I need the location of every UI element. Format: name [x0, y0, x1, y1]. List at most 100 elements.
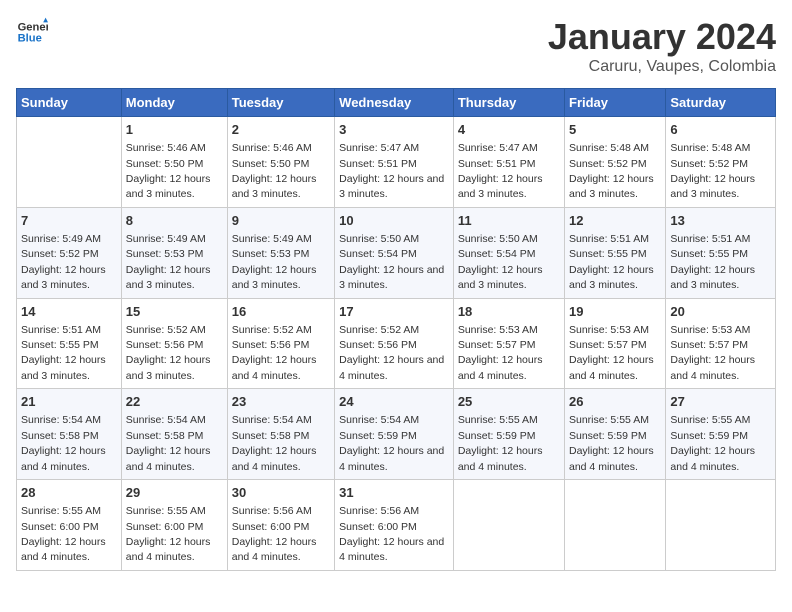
day-number: 26: [569, 393, 661, 411]
calendar-cell: 6 Sunrise: 5:48 AMSunset: 5:52 PMDaylight…: [666, 117, 776, 208]
day-info: Sunrise: 5:54 AMSunset: 5:58 PMDaylight:…: [126, 414, 211, 472]
calendar-week-row: 21 Sunrise: 5:54 AMSunset: 5:58 PMDayligh…: [17, 389, 776, 480]
weekday-header-monday: Monday: [121, 89, 227, 117]
calendar-cell: [17, 117, 122, 208]
day-number: 19: [569, 303, 661, 321]
day-info: Sunrise: 5:51 AMSunset: 5:55 PMDaylight:…: [670, 233, 755, 291]
calendar-cell: 22 Sunrise: 5:54 AMSunset: 5:58 PMDayligh…: [121, 389, 227, 480]
day-info: Sunrise: 5:55 AMSunset: 6:00 PMDaylight:…: [21, 505, 106, 563]
calendar-cell: 29Sunrise: 5:55 AMSunset: 6:00 PMDayligh…: [121, 480, 227, 571]
calendar-cell: 28 Sunrise: 5:55 AMSunset: 6:00 PMDayligh…: [17, 480, 122, 571]
calendar-header-row: SundayMondayTuesdayWednesdayThursdayFrid…: [17, 89, 776, 117]
calendar-cell: 25 Sunrise: 5:55 AMSunset: 5:59 PMDayligh…: [453, 389, 564, 480]
day-number: 16: [232, 303, 330, 321]
page-header: General Blue January 2024 Caruru, Vaupes…: [16, 16, 776, 76]
calendar-cell: 9Sunrise: 5:49 AMSunset: 5:53 PMDaylight…: [227, 207, 334, 298]
weekday-header-wednesday: Wednesday: [335, 89, 454, 117]
day-info: Sunrise: 5:49 AMSunset: 5:53 PMDaylight:…: [126, 233, 211, 291]
calendar-cell: 4 Sunrise: 5:47 AMSunset: 5:51 PMDaylight…: [453, 117, 564, 208]
day-number: 14: [21, 303, 117, 321]
weekday-header-tuesday: Tuesday: [227, 89, 334, 117]
day-number: 8: [126, 212, 223, 230]
calendar-week-row: 14Sunrise: 5:51 AMSunset: 5:55 PMDayligh…: [17, 298, 776, 389]
day-number: 1: [126, 121, 223, 139]
day-info: Sunrise: 5:49 AMSunset: 5:52 PMDaylight:…: [21, 233, 106, 291]
page-title: January 2024: [548, 16, 776, 58]
day-number: 4: [458, 121, 560, 139]
calendar-cell: 10 Sunrise: 5:50 AMSunset: 5:54 PMDayligh…: [335, 207, 454, 298]
calendar-cell: 23Sunrise: 5:54 AMSunset: 5:58 PMDayligh…: [227, 389, 334, 480]
day-info: Sunrise: 5:54 AMSunset: 5:59 PMDaylight:…: [339, 414, 444, 472]
day-number: 29: [126, 484, 223, 502]
day-number: 12: [569, 212, 661, 230]
day-info: Sunrise: 5:56 AMSunset: 6:00 PMDaylight:…: [339, 505, 444, 563]
svg-text:General: General: [18, 21, 48, 33]
calendar-cell: 1Sunrise: 5:46 AMSunset: 5:50 PMDaylight…: [121, 117, 227, 208]
day-info: Sunrise: 5:47 AMSunset: 5:51 PMDaylight:…: [458, 142, 543, 200]
calendar-cell: 2Sunrise: 5:46 AMSunset: 5:50 PMDaylight…: [227, 117, 334, 208]
weekday-header-thursday: Thursday: [453, 89, 564, 117]
calendar-cell: 20 Sunrise: 5:53 AMSunset: 5:57 PMDayligh…: [666, 298, 776, 389]
calendar-cell: 8 Sunrise: 5:49 AMSunset: 5:53 PMDaylight…: [121, 207, 227, 298]
day-info: Sunrise: 5:53 AMSunset: 5:57 PMDaylight:…: [670, 324, 755, 382]
day-number: 20: [670, 303, 771, 321]
calendar-cell: 31 Sunrise: 5:56 AMSunset: 6:00 PMDayligh…: [335, 480, 454, 571]
day-info: Sunrise: 5:52 AMSunset: 5:56 PMDaylight:…: [126, 324, 211, 382]
day-info: Sunrise: 5:49 AMSunset: 5:53 PMDaylight:…: [232, 233, 317, 291]
day-number: 10: [339, 212, 449, 230]
calendar-week-row: 7Sunrise: 5:49 AMSunset: 5:52 PMDaylight…: [17, 207, 776, 298]
calendar-cell: 18Sunrise: 5:53 AMSunset: 5:57 PMDayligh…: [453, 298, 564, 389]
svg-text:Blue: Blue: [18, 33, 42, 45]
calendar-cell: 27 Sunrise: 5:55 AMSunset: 5:59 PMDayligh…: [666, 389, 776, 480]
day-info: Sunrise: 5:48 AMSunset: 5:52 PMDaylight:…: [569, 142, 654, 200]
day-info: Sunrise: 5:55 AMSunset: 5:59 PMDaylight:…: [670, 414, 755, 472]
title-section: January 2024 Caruru, Vaupes, Colombia: [548, 16, 776, 76]
weekday-header-saturday: Saturday: [666, 89, 776, 117]
calendar-cell: [453, 480, 564, 571]
day-info: Sunrise: 5:48 AMSunset: 5:52 PMDaylight:…: [670, 142, 755, 200]
logo-icon: General Blue: [16, 16, 48, 48]
calendar-cell: 3Sunrise: 5:47 AMSunset: 5:51 PMDaylight…: [335, 117, 454, 208]
day-number: 30: [232, 484, 330, 502]
calendar-cell: 19Sunrise: 5:53 AMSunset: 5:57 PMDayligh…: [565, 298, 666, 389]
weekday-header-sunday: Sunday: [17, 89, 122, 117]
day-number: 21: [21, 393, 117, 411]
day-number: 22: [126, 393, 223, 411]
day-number: 13: [670, 212, 771, 230]
day-info: Sunrise: 5:50 AMSunset: 5:54 PMDaylight:…: [339, 233, 444, 291]
day-info: Sunrise: 5:52 AMSunset: 5:56 PMDaylight:…: [232, 324, 317, 382]
page-subtitle: Caruru, Vaupes, Colombia: [548, 58, 776, 76]
day-info: Sunrise: 5:54 AMSunset: 5:58 PMDaylight:…: [232, 414, 317, 472]
calendar-week-row: 1Sunrise: 5:46 AMSunset: 5:50 PMDaylight…: [17, 117, 776, 208]
day-number: 6: [670, 121, 771, 139]
day-info: Sunrise: 5:53 AMSunset: 5:57 PMDaylight:…: [458, 324, 543, 382]
day-info: Sunrise: 5:55 AMSunset: 5:59 PMDaylight:…: [569, 414, 654, 472]
calendar-cell: 21 Sunrise: 5:54 AMSunset: 5:58 PMDayligh…: [17, 389, 122, 480]
calendar-cell: 7Sunrise: 5:49 AMSunset: 5:52 PMDaylight…: [17, 207, 122, 298]
day-info: Sunrise: 5:54 AMSunset: 5:58 PMDaylight:…: [21, 414, 106, 472]
logo: General Blue: [16, 16, 48, 48]
day-number: 3: [339, 121, 449, 139]
day-number: 28: [21, 484, 117, 502]
calendar-cell: 16 Sunrise: 5:52 AMSunset: 5:56 PMDayligh…: [227, 298, 334, 389]
day-number: 5: [569, 121, 661, 139]
calendar-week-row: 28 Sunrise: 5:55 AMSunset: 6:00 PMDayligh…: [17, 480, 776, 571]
calendar-cell: 14Sunrise: 5:51 AMSunset: 5:55 PMDayligh…: [17, 298, 122, 389]
day-info: Sunrise: 5:55 AMSunset: 5:59 PMDaylight:…: [458, 414, 543, 472]
day-number: 27: [670, 393, 771, 411]
calendar-cell: 30 Sunrise: 5:56 AMSunset: 6:00 PMDayligh…: [227, 480, 334, 571]
day-number: 25: [458, 393, 560, 411]
day-info: Sunrise: 5:56 AMSunset: 6:00 PMDaylight:…: [232, 505, 317, 563]
day-number: 17: [339, 303, 449, 321]
calendar-cell: 26 Sunrise: 5:55 AMSunset: 5:59 PMDayligh…: [565, 389, 666, 480]
calendar-cell: 15 Sunrise: 5:52 AMSunset: 5:56 PMDayligh…: [121, 298, 227, 389]
calendar-cell: [666, 480, 776, 571]
day-number: 15: [126, 303, 223, 321]
day-number: 31: [339, 484, 449, 502]
weekday-header-friday: Friday: [565, 89, 666, 117]
calendar-cell: 11Sunrise: 5:50 AMSunset: 5:54 PMDayligh…: [453, 207, 564, 298]
day-info: Sunrise: 5:51 AMSunset: 5:55 PMDaylight:…: [569, 233, 654, 291]
calendar-cell: 5 Sunrise: 5:48 AMSunset: 5:52 PMDaylight…: [565, 117, 666, 208]
calendar-cell: 17Sunrise: 5:52 AMSunset: 5:56 PMDayligh…: [335, 298, 454, 389]
day-number: 2: [232, 121, 330, 139]
